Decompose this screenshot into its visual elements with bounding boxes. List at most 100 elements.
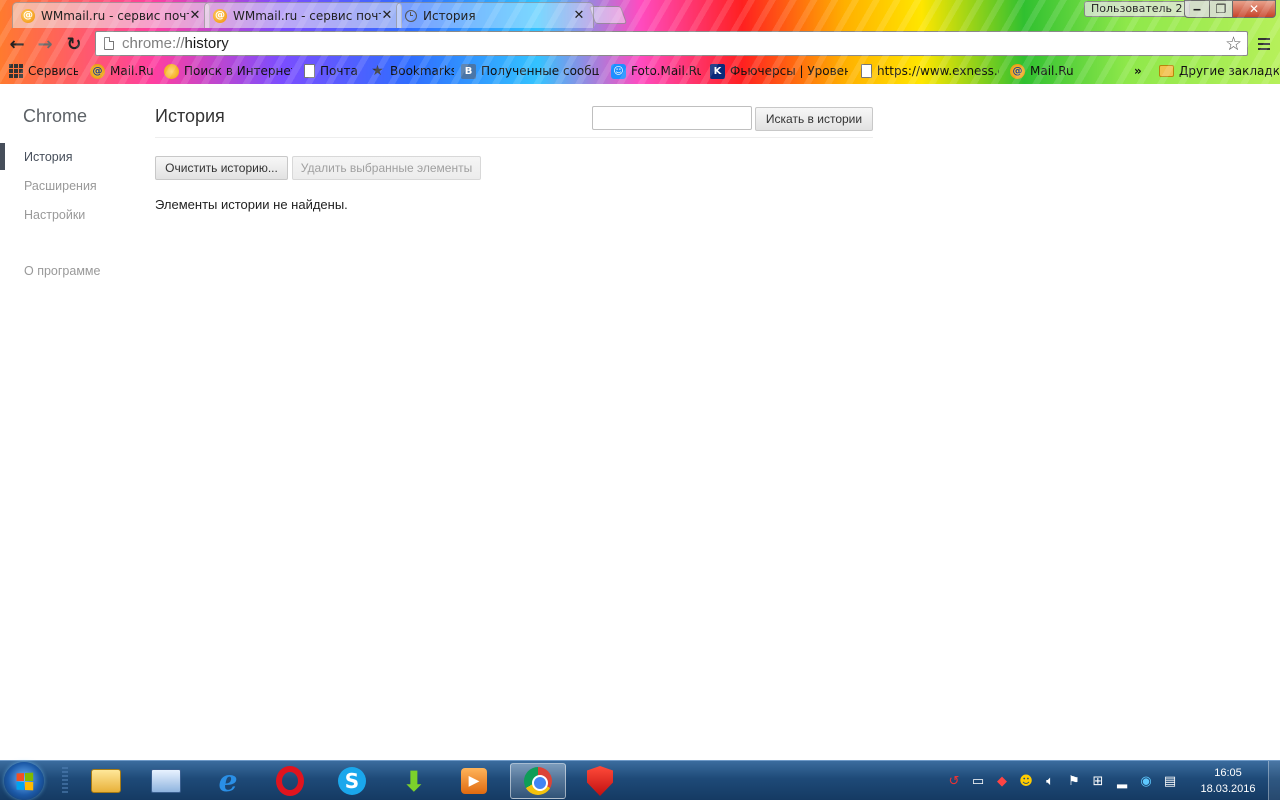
tray-shield-icon[interactable]: ◆ xyxy=(993,772,1011,790)
close-window-button[interactable]: ✕ xyxy=(1232,0,1276,18)
tab-title: WMmail.ru - сервис почт xyxy=(41,8,189,23)
bookmark-mail[interactable]: Почта xyxy=(300,61,362,81)
tab-strip: @ WMmail.ru - сервис почт ✕ @ WMmail.ru … xyxy=(0,0,1080,28)
star-icon: ★ xyxy=(371,63,384,79)
sidebar-brand: Chrome xyxy=(23,106,88,126)
clock-time: 16:05 xyxy=(1214,767,1242,779)
bookmark-search[interactable]: Поиск в Интернете xyxy=(160,61,292,81)
page-icon xyxy=(861,64,872,78)
tab-title: История xyxy=(423,8,476,23)
taskbar-internet-explorer[interactable]: e xyxy=(200,763,256,799)
bookmark-exness[interactable]: https://www.exness.c xyxy=(857,61,999,81)
shield-icon xyxy=(587,766,613,796)
clock-date: 18.03.2016 xyxy=(1200,783,1256,795)
address-bar[interactable]: chrome://history ☆ xyxy=(95,31,1248,56)
history-page: Chrome История Расширения Настройки О пр… xyxy=(0,84,1280,760)
sidebar-item-history[interactable]: История xyxy=(24,150,72,164)
taskbar-media-player[interactable]: ▶ xyxy=(446,763,502,799)
tray-device-icon[interactable]: ▤ xyxy=(1161,772,1179,790)
system-tray: ↺ ▭ ◆ ☻ 🔈︎ ⚑ ⊞ ▂ ◉ ▤ xyxy=(945,767,1179,795)
bookmark-mailru[interactable]: @ Mail.Ru xyxy=(86,61,154,81)
taskbar-download-manager[interactable]: ⬇ xyxy=(386,763,442,799)
reload-icon[interactable]: ↻ xyxy=(63,33,85,55)
start-button[interactable] xyxy=(4,762,44,800)
delete-selected-button[interactable]: Удалить выбранные элементы xyxy=(292,156,481,180)
close-tab-icon[interactable]: ✕ xyxy=(573,8,585,23)
taskbar-opera[interactable] xyxy=(262,763,318,799)
chrome-menu-icon[interactable] xyxy=(1254,33,1274,55)
close-tab-icon[interactable]: ✕ xyxy=(189,8,201,23)
tray-windows-icon[interactable]: ⊞ xyxy=(1089,772,1107,790)
wmmail-favicon-icon: @ xyxy=(21,8,35,23)
page-icon xyxy=(304,64,315,78)
sidebar-item-settings[interactable]: Настройки xyxy=(24,208,85,222)
network-signal-icon[interactable]: ▂ xyxy=(1113,772,1131,790)
history-clock-icon xyxy=(405,9,417,22)
taskbar: e S ⬇ ▶ ↺ ▭ ◆ ☻ 🔈︎ ⚑ ⊞ ▂ ◉ ▤ 16:05 18.03… xyxy=(0,760,1280,800)
tray-monitor-icon[interactable]: ▭ xyxy=(969,772,987,790)
history-search-input[interactable] xyxy=(592,106,752,130)
taskbar-remote-desktop[interactable] xyxy=(138,763,194,799)
chrome-icon xyxy=(524,767,552,795)
sidebar-item-extensions[interactable]: Расширения xyxy=(24,179,97,193)
sidebar: Chrome История Расширения Настройки О пр… xyxy=(0,84,140,760)
taskbar-chrome[interactable] xyxy=(510,763,566,799)
bookmark-star-icon[interactable]: ☆ xyxy=(1225,33,1242,55)
show-desktop-button[interactable] xyxy=(1268,761,1280,800)
forward-arrow-icon[interactable]: → xyxy=(34,33,56,55)
tray-smiley-icon[interactable]: ☻ xyxy=(1017,772,1035,790)
system-clock[interactable]: 16:05 18.03.2016 xyxy=(1196,765,1260,797)
folder-icon xyxy=(91,769,121,793)
action-center-flag-icon[interactable]: ⚑ xyxy=(1065,772,1083,790)
folder-icon xyxy=(1159,65,1174,77)
minimize-button[interactable]: ‒ xyxy=(1184,0,1210,18)
bookmark-services[interactable]: Сервисы xyxy=(4,61,78,81)
tab-wmmail-1[interactable]: @ WMmail.ru - сервис почт ✕ xyxy=(12,2,210,28)
taskbar-antivirus[interactable] xyxy=(572,763,628,799)
tab-wmmail-2[interactable]: @ WMmail.ru - сервис почт ✕ xyxy=(204,2,402,28)
remote-desktop-icon xyxy=(151,769,181,793)
download-arrow-icon: ⬇ xyxy=(402,764,426,798)
foto-icon: ☺ xyxy=(611,63,626,79)
media-player-icon: ▶ xyxy=(461,768,487,794)
bookmark-futures[interactable]: K Фьючерсы | Уровень xyxy=(706,61,848,81)
close-tab-icon[interactable]: ✕ xyxy=(381,8,393,23)
search-history-button[interactable]: Искать в истории xyxy=(755,107,873,131)
vk-icon: B xyxy=(461,63,476,79)
opera-icon xyxy=(276,766,304,796)
taskbar-skype[interactable]: S xyxy=(324,763,380,799)
bookmark-vk-messages[interactable]: B Полученные сообще xyxy=(457,61,599,81)
toolbar: ← → ↻ chrome://history ☆ xyxy=(0,30,1280,58)
restore-button[interactable]: ❐ xyxy=(1209,0,1233,18)
header-divider xyxy=(155,137,873,138)
empty-history-message: Элементы истории не найдены. xyxy=(155,197,348,212)
internet-explorer-icon: e xyxy=(218,763,238,799)
wmmail-favicon-icon: @ xyxy=(213,8,227,23)
taskbar-explorer[interactable] xyxy=(78,763,134,799)
tray-network-icon[interactable]: ◉ xyxy=(1137,772,1155,790)
bookmarks-overflow-button[interactable]: » xyxy=(1130,61,1150,81)
tab-history[interactable]: История ✕ xyxy=(396,2,594,28)
futures-icon: K xyxy=(710,63,725,79)
page-icon xyxy=(104,37,114,50)
other-bookmarks-button[interactable]: Другие закладки xyxy=(1155,61,1279,81)
tray-app-icon[interactable]: ↺ xyxy=(945,772,963,790)
tab-title: WMmail.ru - сервис почт xyxy=(233,8,381,23)
bookmark-foto-mailru[interactable]: ☺ Foto.Mail.Ru xyxy=(607,61,701,81)
bookmark-mailru-2[interactable]: @ Mail.Ru xyxy=(1006,61,1076,81)
mailru-icon: @ xyxy=(90,63,105,79)
back-arrow-icon[interactable]: ← xyxy=(6,33,28,55)
skype-icon: S xyxy=(338,767,366,795)
search-icon xyxy=(164,63,179,79)
browser-frame: @ WMmail.ru - сервис почт ✕ @ WMmail.ru … xyxy=(0,0,1280,84)
volume-icon[interactable]: 🔈︎ xyxy=(1041,772,1059,790)
taskbar-gripper xyxy=(62,767,68,795)
bookmark-bookmarks[interactable]: ★ Bookmarks xyxy=(366,61,454,81)
url-scheme: chrome:// xyxy=(122,35,185,52)
page-title: История xyxy=(155,106,225,126)
new-tab-button[interactable] xyxy=(588,6,628,24)
sidebar-item-about[interactable]: О программе xyxy=(24,264,100,278)
mailru-icon: @ xyxy=(1010,63,1025,79)
clear-history-button[interactable]: Очистить историю... xyxy=(155,156,288,180)
profile-button[interactable]: Пользователь 2 xyxy=(1084,1,1190,17)
